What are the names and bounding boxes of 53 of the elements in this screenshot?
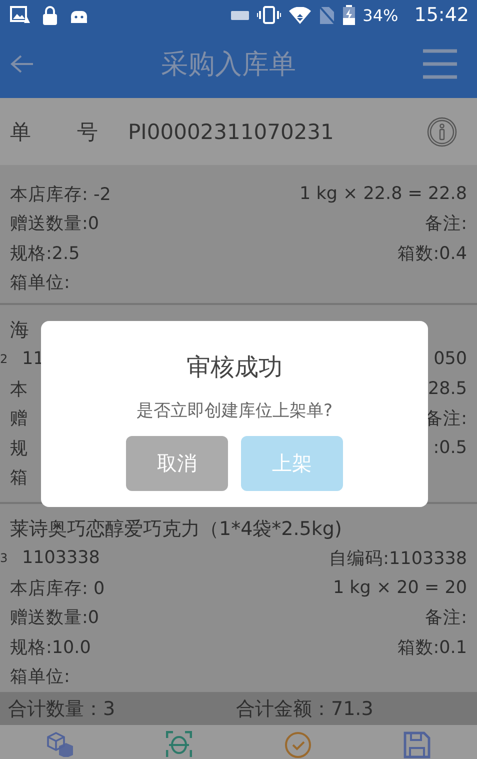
box-count: 箱数:0.4 — [397, 242, 467, 265]
box-count: 箱数:0.1 — [397, 636, 467, 659]
dialog-message: 是否立即创建库位上架单? — [136, 400, 333, 422]
total-quantity: 合计数量：3 — [8, 696, 116, 722]
save-icon[interactable] — [403, 731, 432, 759]
gift-quantity: 赠送数量:0 — [10, 607, 100, 630]
no-sim-icon — [318, 6, 335, 24]
product-name: 莱诗奥巧恋醇爱巧克力（1*4袋*2.5kg) — [10, 516, 342, 542]
box-unit: 箱 — [10, 467, 28, 490]
stock-text: 本 — [10, 378, 28, 401]
clock: 15:42 — [414, 4, 469, 26]
gift-quantity: 赠 — [10, 408, 28, 430]
battery-icon — [342, 5, 355, 25]
spec-text: 规格:10.0 — [10, 636, 91, 659]
box-unit: 箱单位: — [10, 272, 70, 294]
lock-icon — [42, 6, 58, 24]
shelve-button[interactable]: 上架 — [241, 436, 343, 491]
product-code: 11 — [22, 349, 44, 370]
dialog-title: 审核成功 — [186, 352, 282, 383]
back-arrow-icon[interactable] — [10, 54, 34, 74]
price-calc: 1 kg × 20 = 20 — [332, 578, 467, 598]
order-label: 单 — [10, 118, 31, 146]
info-icon[interactable] — [427, 116, 457, 146]
price-calc: 1 kg × 22.8 = 22.8 — [300, 184, 467, 204]
order-label: 号 — [77, 118, 98, 146]
self-code: 自编码:1103338 — [329, 548, 467, 570]
image-alert-icon — [10, 6, 30, 24]
menu-icon[interactable] — [423, 49, 457, 79]
stock-text: 本店库存: 0 — [10, 578, 105, 600]
scan-icon[interactable] — [166, 731, 192, 757]
stock-text: 本店库存: -2 — [10, 184, 111, 206]
remark-text: 备注: — [425, 213, 467, 236]
box-count: :0.5 — [433, 438, 467, 458]
box-unit: 箱单位: — [10, 666, 70, 688]
row-number: 2 — [0, 352, 9, 366]
row-number: 3 — [0, 551, 9, 566]
total-amount: 合计金额：71.3 — [236, 696, 374, 722]
price-calc: 28.5 — [428, 378, 467, 399]
vibrate-icon — [256, 6, 281, 24]
battery-level: 34% — [362, 6, 398, 24]
product-name: 海 — [10, 318, 29, 343]
spec-text: 规 — [10, 438, 28, 460]
gift-quantity: 赠送数量:0 — [10, 213, 100, 236]
self-code: 050 — [434, 349, 467, 370]
order-number: PI00002311070231 — [128, 120, 335, 144]
cancel-button[interactable]: 取消 — [126, 436, 228, 491]
product-code: 1103338 — [22, 548, 100, 568]
spec-text: 规格:2.5 — [10, 242, 80, 265]
check-circle-icon[interactable] — [284, 731, 312, 759]
remark-text: 备注: — [425, 607, 467, 630]
cubes-icon[interactable] — [44, 731, 75, 757]
wifi-icon — [288, 6, 311, 24]
page-title: 采购入库单 — [161, 48, 296, 82]
